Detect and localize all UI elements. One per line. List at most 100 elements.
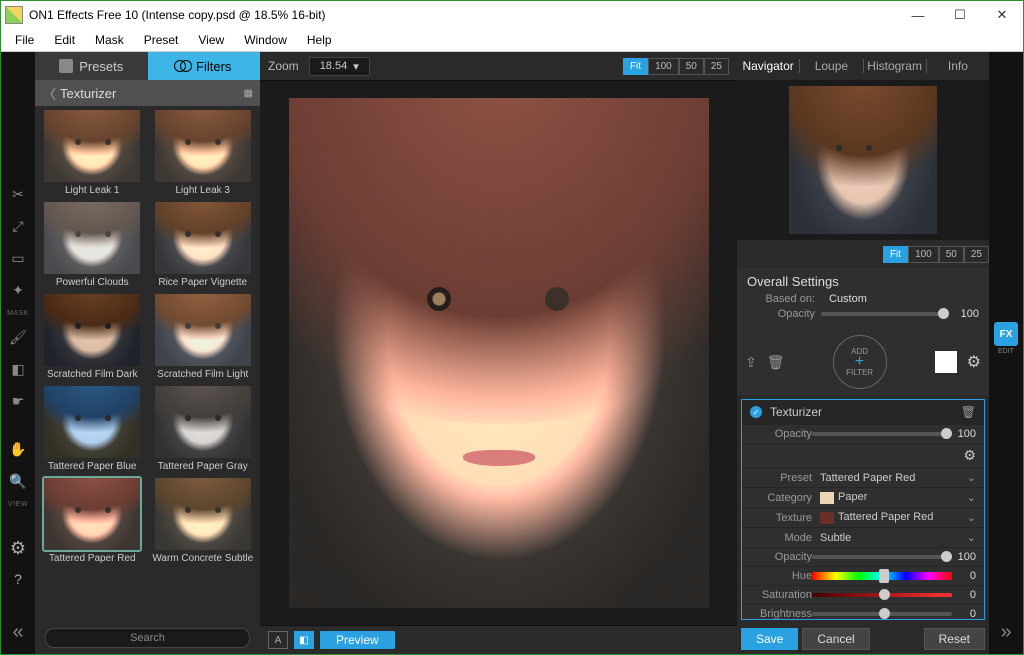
minimize-button[interactable]: — (897, 1, 939, 29)
zoom-100-button[interactable]: 100 (908, 246, 939, 263)
settings-gear-icon[interactable]: ⚙ (10, 538, 26, 559)
tab-info[interactable]: Info (927, 53, 989, 79)
preset-label: Warm Concrete Subtle (152, 553, 253, 564)
chevron-down-icon: ⌄ (967, 471, 976, 484)
filter-opacity2-slider[interactable] (812, 555, 952, 559)
search-input[interactable]: Search (45, 628, 250, 648)
tab-histogram[interactable]: Histogram (864, 53, 926, 79)
menu-help[interactable]: Help (297, 31, 342, 49)
overall-opacity-slider[interactable] (821, 312, 949, 316)
collapse-left-icon[interactable]: « (12, 621, 23, 644)
preset-label: Scratched Film Dark (47, 369, 138, 380)
mask-rect-icon[interactable]: ▭ (6, 246, 30, 270)
overall-gear-icon[interactable]: ⚙ (967, 352, 981, 372)
zoom-fit-button[interactable]: Fit (883, 246, 908, 263)
tab-navigator[interactable]: Navigator (737, 53, 799, 79)
filter-delete-icon[interactable]: 🗑 (961, 405, 976, 419)
cancel-button[interactable]: Cancel (802, 628, 869, 650)
right-toolstrip: FX EDIT » (989, 52, 1023, 654)
navigator-view[interactable] (737, 80, 989, 240)
app-logo-icon (5, 6, 23, 24)
preset-thumb[interactable]: Light Leak 3 (152, 110, 255, 196)
zoom-dropdown[interactable]: 18.54▾ (309, 57, 370, 76)
preset-label: Powerful Clouds (56, 277, 129, 288)
preset-thumb[interactable]: Scratched Film Dark (41, 294, 144, 380)
export-icon[interactable]: ⇪ (745, 354, 757, 371)
transform-tool-icon[interactable]: ⤢ (6, 214, 30, 238)
maximize-button[interactable]: ☐ (939, 1, 981, 29)
zoom-25-button[interactable]: 25 (964, 246, 989, 263)
collapse-right-icon[interactable]: » (1000, 621, 1011, 644)
preset-thumb[interactable]: Scratched Film Light (152, 294, 255, 380)
menu-edit[interactable]: Edit (44, 31, 85, 49)
color-swatch[interactable] (935, 351, 957, 373)
save-button[interactable]: Save (741, 628, 798, 650)
preset-label: Tattered Paper Red (49, 553, 136, 564)
tab-loupe[interactable]: Loupe (800, 53, 862, 79)
zoom-tool-icon[interactable]: 🔍 (6, 469, 30, 493)
menu-view[interactable]: View (188, 31, 234, 49)
preset-thumb[interactable]: Tattered Paper Blue (41, 386, 144, 472)
filter-texturizer: ✓ Texturizer 🗑 Opacity100 ⚙ PresetTatter… (741, 399, 985, 620)
window-title: ON1 Effects Free 10 (Intense copy.psd @ … (29, 8, 326, 22)
zoom-50-button[interactable]: 50 (679, 58, 704, 75)
help-icon[interactable]: ? (6, 567, 30, 591)
filter-preset-row[interactable]: PresetTattered Paper Red⌄ (742, 468, 984, 487)
preset-thumb[interactable]: Light Leak 1 (41, 110, 144, 196)
reset-button[interactable]: Reset (924, 628, 985, 650)
view-mode-a-icon[interactable]: A (268, 631, 288, 649)
refine-tool-icon[interactable]: ☛ (6, 389, 30, 413)
filters-icon (176, 59, 190, 73)
filter-enabled-toggle[interactable]: ✓ (750, 406, 762, 418)
preset-thumb[interactable]: Powerful Clouds (41, 202, 144, 288)
crop-tool-icon[interactable]: ✂ (6, 182, 30, 206)
filter-category-row[interactable]: CategoryPaper⌄ (742, 488, 984, 507)
zoom-fit-button[interactable]: Fit (623, 58, 648, 75)
chevron-down-icon: ⌄ (967, 491, 976, 504)
delete-icon[interactable]: 🗑 (767, 354, 785, 371)
zoom-label: Zoom (268, 59, 299, 73)
hue-slider[interactable] (812, 572, 952, 580)
breadcrumb[interactable]: 〈 Texturizer ▦ (35, 80, 260, 106)
zoom-50-button[interactable]: 50 (939, 246, 964, 263)
bug-tool-icon[interactable]: ✦ (6, 278, 30, 302)
preset-thumbnails: Light Leak 1Light Leak 3 Powerful Clouds R… (35, 106, 260, 622)
zoom-100-button[interactable]: 100 (648, 58, 679, 75)
preset-thumb[interactable]: Rice Paper Vignette (152, 202, 255, 288)
preview-canvas[interactable] (260, 81, 737, 625)
tab-filters[interactable]: Filters (148, 52, 261, 80)
gradient-tool-icon[interactable]: ◧ (6, 357, 30, 381)
left-panel: Presets Filters 〈 Texturizer ▦ Light Lea… (35, 52, 260, 654)
zoom-25-button[interactable]: 25 (704, 58, 729, 75)
brush-tool-icon[interactable]: 🖌 (6, 325, 30, 349)
tab-presets[interactable]: Presets (35, 52, 148, 80)
breadcrumb-label: Texturizer (60, 86, 116, 101)
pan-tool-icon[interactable]: ✋ (6, 437, 30, 461)
preset-thumb[interactable]: Tattered Paper Gray (152, 386, 255, 472)
filter-texture-row[interactable]: TextureTattered Paper Red⌄ (742, 508, 984, 527)
brightness-slider[interactable] (812, 612, 952, 616)
back-chevron-icon[interactable]: 〈 (43, 84, 56, 103)
plus-icon: + (855, 356, 864, 368)
saturation-slider[interactable] (812, 593, 952, 597)
preview-button[interactable]: Preview (320, 631, 395, 649)
menu-file[interactable]: File (5, 31, 44, 49)
filter-opacity-slider[interactable] (812, 432, 952, 436)
view-mode-split-icon[interactable]: ◧ (294, 631, 314, 649)
chevron-down-icon: ⌄ (967, 531, 976, 544)
filter-mode-row[interactable]: ModeSubtle⌄ (742, 528, 984, 547)
preset-thumb[interactable]: Tattered Paper Red (41, 478, 144, 564)
preset-thumb[interactable]: Warm Concrete Subtle (152, 478, 255, 564)
menu-window[interactable]: Window (234, 31, 297, 49)
menu-mask[interactable]: Mask (85, 31, 134, 49)
add-filter-button[interactable]: ADD + FILTER (833, 335, 887, 389)
close-button[interactable]: ✕ (981, 1, 1023, 29)
menu-preset[interactable]: Preset (134, 31, 189, 49)
fx-mode-icon[interactable]: FX (994, 322, 1018, 346)
title-bar: ON1 Effects Free 10 (Intense copy.psd @ … (1, 1, 1023, 29)
left-toolstrip: ✂ ⤢ ▭ ✦ MASK 🖌 ◧ ☛ ✋ 🔍 VIEW ⚙ ? « (1, 52, 35, 654)
mask-group-label: MASK (7, 310, 29, 317)
right-panel-tabs: NavigatorLoupeHistogramInfo (737, 52, 989, 80)
filter-gear-icon[interactable]: ⚙ (963, 447, 976, 464)
grid-view-icon[interactable]: ▦ (244, 88, 252, 99)
